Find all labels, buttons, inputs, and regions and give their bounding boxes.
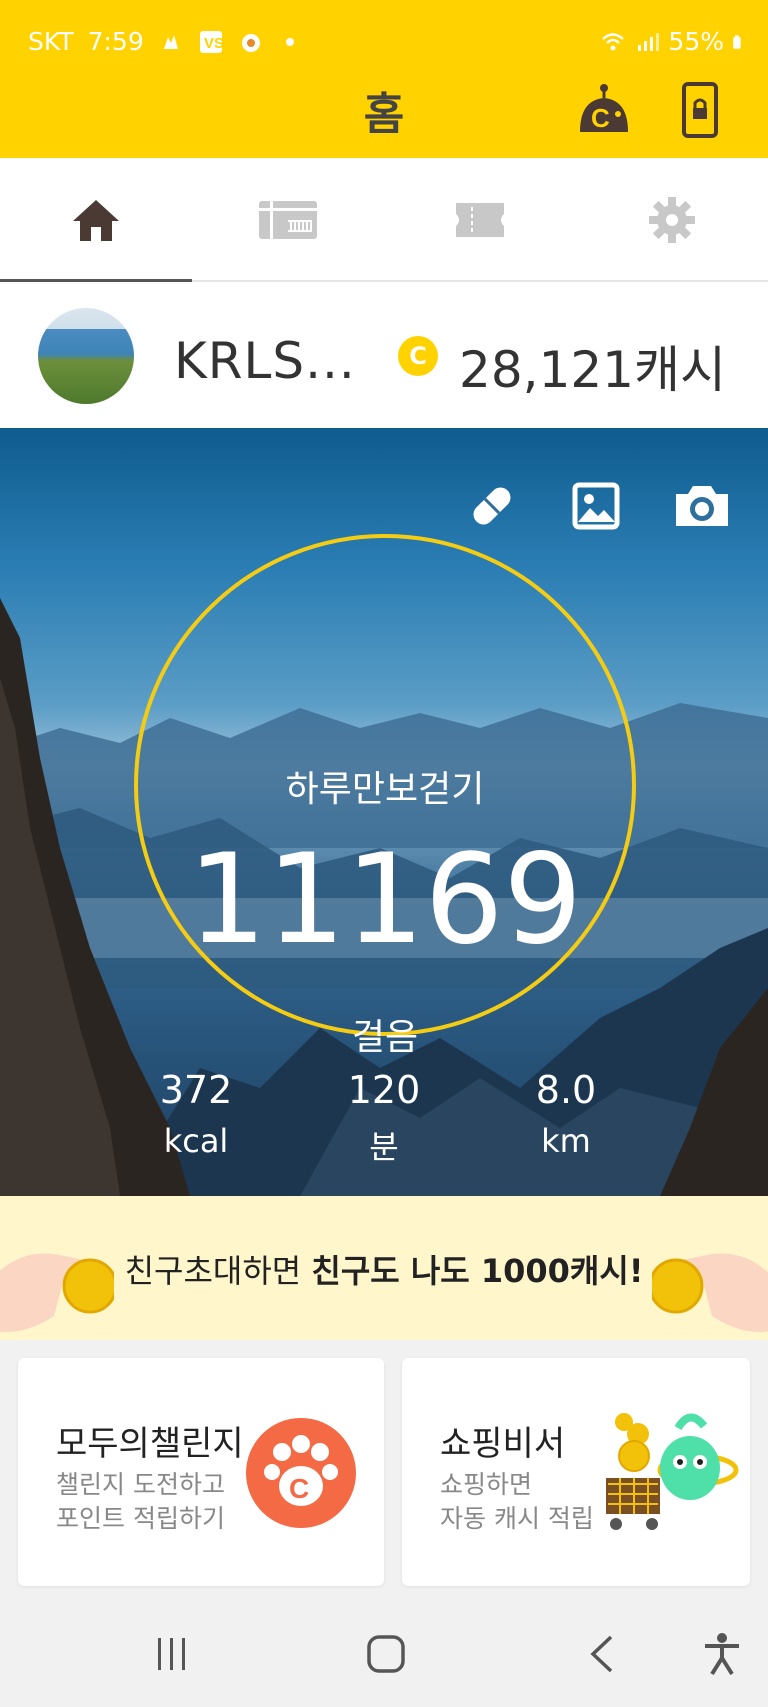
shopping-card-line-1: 쇼핑하면 <box>440 1470 533 1499</box>
paw-glyph: C <box>264 1435 338 1506</box>
challenge-card-subtitle: 챌린지 도전하고 포인트 적립하기 <box>56 1468 225 1536</box>
app-notification-icon: VS <box>199 30 224 53</box>
shopping-card-subtitle: 쇼핑하면 자동 캐시 적립 <box>440 1468 594 1536</box>
minutes-stat: 120 분 <box>304 1068 464 1168</box>
accessibility-icon <box>705 1633 739 1676</box>
home-icon <box>73 200 119 241</box>
pill-button[interactable] <box>462 476 522 536</box>
back-button[interactable] <box>572 1624 632 1684</box>
shopping-card[interactable]: 쇼핑비서 쇼핑하면 자동 캐시 적립 <box>402 1358 750 1586</box>
page-title: 홈 <box>363 89 405 140</box>
paw-coin-icon: C <box>246 1418 356 1528</box>
calories-stat: 372 kcal <box>116 1068 276 1160</box>
shopping-mascot-icon <box>606 1413 739 1530</box>
tab-home[interactable] <box>0 158 192 284</box>
right-hand-coin-icon <box>652 1253 768 1332</box>
avatar[interactable] <box>38 308 134 404</box>
back-chevron-icon <box>590 1635 613 1673</box>
battery-icon <box>733 34 741 49</box>
more-notifications-dot <box>285 37 294 46</box>
svg-text:C: C <box>591 103 610 133</box>
minutes-unit: 분 <box>369 1128 399 1166</box>
camera-button[interactable] <box>672 476 732 536</box>
cashslide-character-button[interactable]: C <box>572 78 636 142</box>
carrier-label: SKT <box>28 27 74 56</box>
lockscreen-button[interactable] <box>668 78 732 142</box>
paw-coin-letter: C <box>289 1473 309 1504</box>
pill-icon <box>473 487 511 525</box>
svg-text:VS: VS <box>204 35 224 52</box>
shopping-card-title: 쇼핑비서 <box>440 1424 566 1464</box>
minutes-value: 120 <box>347 1068 421 1112</box>
camera-icon <box>676 486 728 526</box>
app-bar: 홈 C <box>0 64 768 158</box>
recent-apps-button[interactable] <box>142 1624 202 1684</box>
username: KRLS... <box>174 332 356 390</box>
home-square-icon <box>367 1635 405 1673</box>
gear-icon <box>649 197 695 243</box>
status-bar: SKT 7:59 VS 55% <box>0 0 768 64</box>
signal-icon <box>638 32 660 51</box>
battery-percent: 55% <box>668 27 724 56</box>
system-nav-bar <box>0 1594 768 1707</box>
distance-stat: 8.0 km <box>486 1068 646 1160</box>
tab-settings[interactable] <box>576 158 768 282</box>
tab-gift[interactable] <box>192 158 384 282</box>
ticket-icon <box>456 203 504 237</box>
accessibility-button[interactable] <box>692 1624 752 1684</box>
step-unit: 걸음 <box>351 1017 419 1058</box>
image-icon <box>572 482 620 530</box>
invite-text-plain: 친구초대하면 <box>124 1252 312 1290</box>
step-ring[interactable]: 하루만보걷기 11169 걸음 <box>134 534 636 1058</box>
challenge-card-title: 모두의챌린지 <box>56 1424 244 1464</box>
cash-coin-letter: C <box>409 342 427 370</box>
cash-coin-icon: C <box>398 336 438 376</box>
invite-text-bold: 친구도 나도 1000캐시! <box>311 1252 644 1290</box>
calories-value: 372 <box>159 1068 233 1112</box>
distance-value: 8.0 <box>535 1068 597 1112</box>
home-nav-button[interactable] <box>356 1624 416 1684</box>
challenge-label: 하루만보걷기 <box>285 769 485 810</box>
recent-apps-icon <box>158 1638 185 1670</box>
wifi-icon <box>602 32 625 50</box>
hand-notification-icon <box>163 34 178 49</box>
invite-banner[interactable]: 친구초대하면 친구도 나도 1000캐시! <box>0 1196 768 1340</box>
challenge-card-line-1: 챌린지 도전하고 <box>56 1470 225 1499</box>
challenge-card-line-2: 포인트 적립하기 <box>56 1504 225 1533</box>
phone-lock-icon <box>682 82 718 138</box>
cash-balance[interactable]: 28,121캐시 <box>459 330 726 402</box>
calories-unit: kcal <box>163 1122 229 1160</box>
tab-bar <box>0 158 768 284</box>
profile-row: KRLS... C 28,121캐시 <box>0 282 768 428</box>
distance-unit: km <box>541 1122 591 1160</box>
gift-card-icon <box>259 201 317 239</box>
pedometer-hero: 하루만보걷기 11169 걸음 372 kcal 120 분 8.0 km <box>0 428 768 1196</box>
delivery-notification-icon <box>241 33 260 52</box>
tab-ticket[interactable] <box>384 158 576 282</box>
gallery-button[interactable] <box>566 476 626 536</box>
step-count: 11169 <box>187 828 583 972</box>
clock: 7:59 <box>87 27 144 56</box>
shopping-card-line-2: 자동 캐시 적립 <box>440 1504 594 1533</box>
cash-character-icon: C <box>580 84 628 133</box>
challenge-card[interactable]: 모두의챌린지 챌린지 도전하고 포인트 적립하기 C <box>18 1358 384 1586</box>
